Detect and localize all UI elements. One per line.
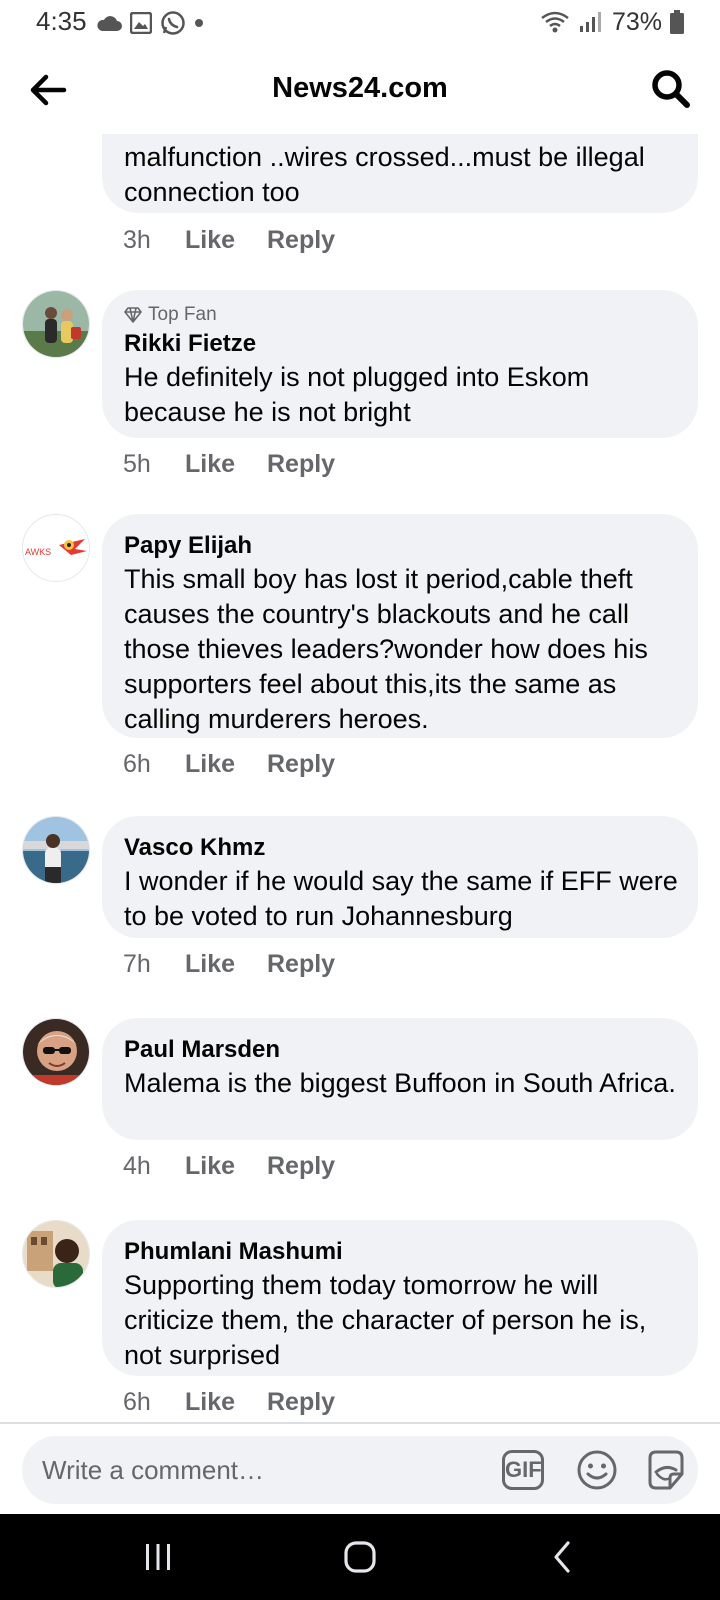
comment-actions: 6h Like Reply <box>123 750 335 779</box>
reply-button[interactable]: Reply <box>267 1152 335 1181</box>
like-button[interactable]: Like <box>185 950 267 979</box>
battery-icon <box>670 10 684 34</box>
reply-button[interactable]: Reply <box>267 1388 335 1417</box>
avatar[interactable] <box>22 1220 90 1288</box>
avatar[interactable]: AWKS <box>22 514 90 582</box>
page-title: News24.com <box>272 72 448 104</box>
comment-time: 5h <box>123 450 151 478</box>
comment-author[interactable]: Paul Marsden <box>124 1034 678 1066</box>
comment-time: 3h <box>123 226 151 254</box>
comment-bubble[interactable]: Phumlani Mashumi Supporting them today t… <box>102 1220 698 1376</box>
reply-button[interactable]: Reply <box>267 950 335 979</box>
comment-bubble[interactable]: Vasco Khmz I wonder if he would say the … <box>102 816 698 938</box>
like-button[interactable]: Like <box>185 1388 267 1417</box>
avatar-logo-text: AWKS <box>25 547 51 557</box>
like-button[interactable]: Like <box>185 226 267 255</box>
reply-button[interactable]: Reply <box>267 450 335 479</box>
comment-bubble[interactable]: Paul Marsden Malema is the biggest Buffo… <box>102 1018 698 1140</box>
comment-actions: 7h Like Reply <box>123 950 335 979</box>
home-button[interactable] <box>300 1514 420 1600</box>
search-icon <box>652 70 690 108</box>
comment-author[interactable]: Rikki Fietze <box>124 328 678 360</box>
comment-time: 6h <box>123 750 151 778</box>
composer-box: GIF <box>22 1436 698 1504</box>
top-fan-badge: Top Fan <box>124 304 678 326</box>
status-bar: 4:35 73% <box>0 0 720 46</box>
smiley-icon <box>577 1450 617 1490</box>
comment-time: 4h <box>123 1152 151 1180</box>
comment-actions: 4h Like Reply <box>123 1152 335 1181</box>
comment-time: 7h <box>123 950 151 978</box>
comment-text: Supporting them today tomorrow he will c… <box>124 1270 647 1370</box>
signal-icon <box>579 12 601 32</box>
comment-time: 6h <box>123 1388 151 1416</box>
comment-author[interactable]: Papy Elijah <box>124 530 678 562</box>
dot-icon <box>195 19 203 27</box>
comment-text: malfunction ..wires crossed...must be il… <box>124 142 645 207</box>
avatar-photo <box>23 1019 89 1085</box>
comment-actions: 6h Like Reply <box>123 1388 335 1417</box>
reply-button[interactable]: Reply <box>267 750 335 779</box>
avatar-photo <box>23 1221 89 1287</box>
comment-author[interactable]: Phumlani Mashumi <box>124 1236 678 1268</box>
sticker-button[interactable] <box>644 1448 688 1492</box>
home-icon <box>344 1541 376 1573</box>
comment-input[interactable] <box>42 1436 462 1504</box>
comment-author[interactable]: Vasco Khmz <box>124 832 678 864</box>
avatar-logo: AWKS <box>23 515 89 581</box>
avatar-photo <box>23 291 89 357</box>
system-icons: 73% <box>540 6 684 38</box>
comment-actions: 3h Like Reply <box>123 226 335 255</box>
comment-text: This small boy has lost it period,cable … <box>124 564 648 734</box>
top-fan-label: Top Fan <box>148 304 217 325</box>
recent-apps-icon <box>146 1544 170 1570</box>
cloud-icon <box>97 16 122 31</box>
sticker-icon <box>648 1450 684 1490</box>
avatar[interactable] <box>22 816 90 884</box>
gallery-icon <box>130 12 152 34</box>
comment-text: He definitely is not plugged into Eskom … <box>124 362 590 427</box>
like-button[interactable]: Like <box>185 1152 267 1181</box>
diamond-icon <box>124 307 142 323</box>
avatar-photo <box>23 817 89 883</box>
comment-text: I wonder if he would say the same if EFF… <box>124 866 678 931</box>
comment-bubble[interactable]: malfunction ..wires crossed...must be il… <box>102 134 698 213</box>
app-header: News24.com <box>0 46 720 134</box>
comments-list[interactable]: malfunction ..wires crossed...must be il… <box>0 134 720 1422</box>
battery-percent: 73% <box>611 7 662 36</box>
like-button[interactable]: Like <box>185 750 267 779</box>
search-button[interactable] <box>650 68 692 110</box>
comment-bubble[interactable]: Top Fan Rikki Fietze He definitely is no… <box>102 290 698 438</box>
emoji-button[interactable] <box>575 1448 619 1492</box>
avatar[interactable] <box>22 1018 90 1086</box>
notification-icons <box>96 10 204 36</box>
chevron-left-icon <box>554 1541 570 1573</box>
comment-actions: 5h Like Reply <box>123 450 335 479</box>
comment-composer: GIF <box>0 1422 720 1514</box>
reply-button[interactable]: Reply <box>267 226 335 255</box>
status-time: 4:35 <box>36 6 87 36</box>
wifi-icon <box>541 11 569 33</box>
recent-apps-button[interactable] <box>98 1514 218 1600</box>
whatsapp-icon <box>161 11 185 35</box>
comment-bubble[interactable]: Papy Elijah This small boy has lost it p… <box>102 514 698 738</box>
gif-button[interactable]: GIF <box>502 1450 544 1490</box>
like-button[interactable]: Like <box>185 450 267 479</box>
avatar[interactable] <box>22 290 90 358</box>
back-nav-button[interactable] <box>502 1514 622 1600</box>
system-nav-bar <box>0 1514 720 1600</box>
comment-text: Malema is the biggest Buffoon in South A… <box>124 1068 676 1098</box>
